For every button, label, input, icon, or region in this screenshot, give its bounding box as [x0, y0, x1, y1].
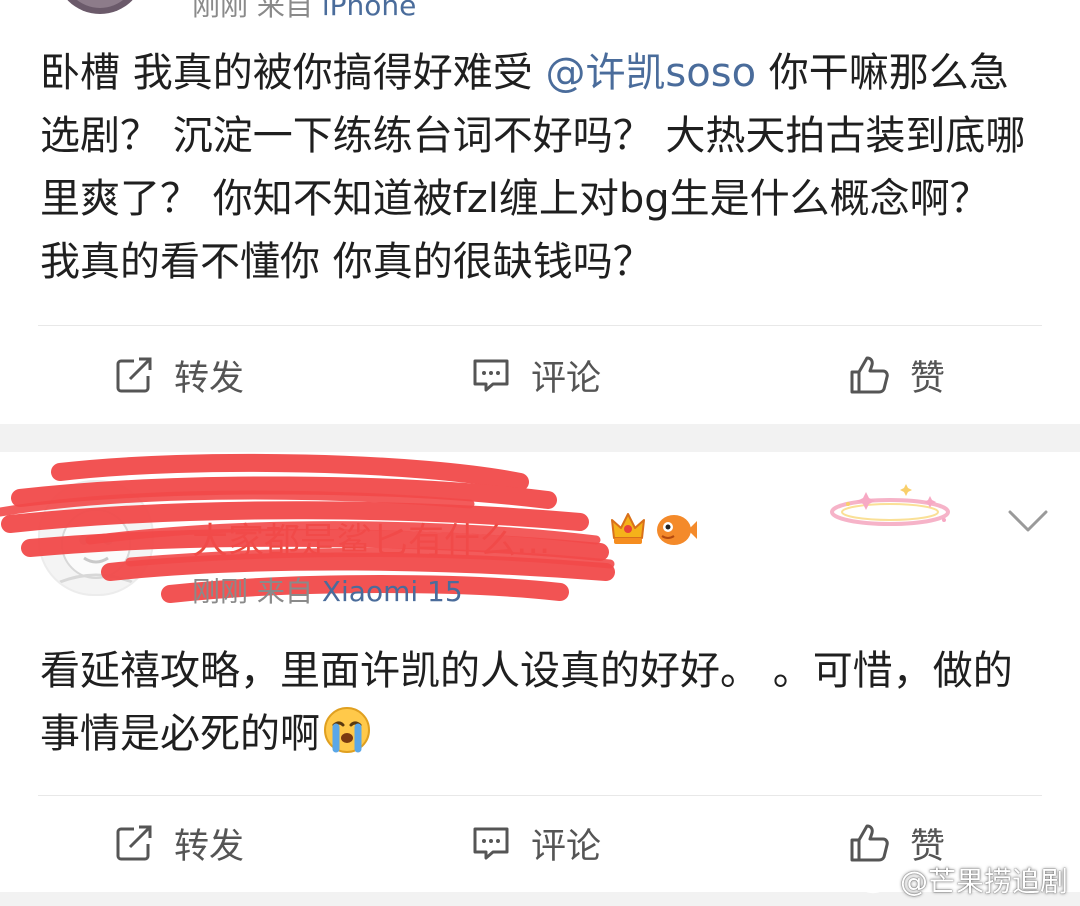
thumbs-up-icon — [850, 356, 889, 394]
watermark-text: @芒果捞追剧 — [899, 865, 1068, 898]
post-time: 刚刚 — [192, 575, 249, 608]
repost-button[interactable]: 转发 — [114, 350, 244, 400]
like-label: 赞 — [910, 358, 946, 399]
repost-label: 转发 — [174, 826, 245, 867]
post-text-part: 卧槽 我真的被你搞得好难受 — [40, 50, 546, 96]
post-time: 刚刚 — [192, 0, 249, 22]
post-meta: 刚刚 来自 Xiaomi 15 — [192, 570, 463, 610]
post-device: Xiaomi 15 — [321, 575, 463, 608]
comment-button[interactable]: 评论 — [471, 818, 601, 868]
card-separator — [0, 424, 1080, 452]
crying-face-icon — [324, 707, 370, 753]
sparkle-decoration-icon — [830, 484, 950, 526]
post-text: 看延禧攻略，里面许凯的人设真的好好。 。可惜，做的事情是必死的啊 — [40, 648, 1013, 757]
post-device: iPhone — [321, 0, 417, 22]
thumbs-up-icon — [850, 824, 889, 862]
watermark: @芒果捞追剧 — [858, 860, 1068, 900]
repost-icon — [116, 825, 152, 861]
fish-badge-icon — [657, 515, 697, 545]
like-button[interactable]: 赞 — [848, 350, 945, 400]
divider — [38, 795, 1042, 796]
divider — [38, 325, 1042, 326]
post-card-2: 大家都是鲨匕有什么... 刚刚 来自 Xiaomi 15 看延禧攻略，里面许凯的… — [0, 452, 1080, 892]
post-card-1: 刚刚 来自 iPhone 卧槽 我真的被你搞得好难受 @许凯soso 你干嘛那么… — [0, 0, 1080, 424]
comment-icon — [473, 827, 509, 860]
weibo-logo-icon — [858, 868, 891, 894]
crown-badge-icon — [611, 513, 645, 544]
comment-button[interactable]: 评论 — [471, 350, 601, 400]
repost-icon — [116, 357, 152, 393]
post-body: 看延禧攻略，里面许凯的人设真的好好。 。可惜，做的事情是必死的啊 — [40, 640, 1040, 766]
avatar[interactable] — [55, 0, 145, 14]
comment-icon — [473, 359, 509, 392]
post-from: 来自 — [256, 575, 313, 608]
comment-label: 评论 — [531, 358, 602, 399]
repost-button[interactable]: 转发 — [114, 818, 244, 868]
post-meta: 刚刚 来自 iPhone — [192, 0, 416, 24]
mention-link[interactable]: @许凯soso — [545, 50, 756, 96]
post-from: 来自 — [256, 0, 313, 22]
comment-label: 评论 — [531, 826, 602, 867]
chevron-down-icon[interactable] — [1006, 506, 1050, 536]
post-body: 卧槽 我真的被你搞得好难受 @许凯soso 你干嘛那么急选剧？ 沉淀一下练练台词… — [40, 42, 1040, 294]
repost-label: 转发 — [174, 358, 245, 399]
